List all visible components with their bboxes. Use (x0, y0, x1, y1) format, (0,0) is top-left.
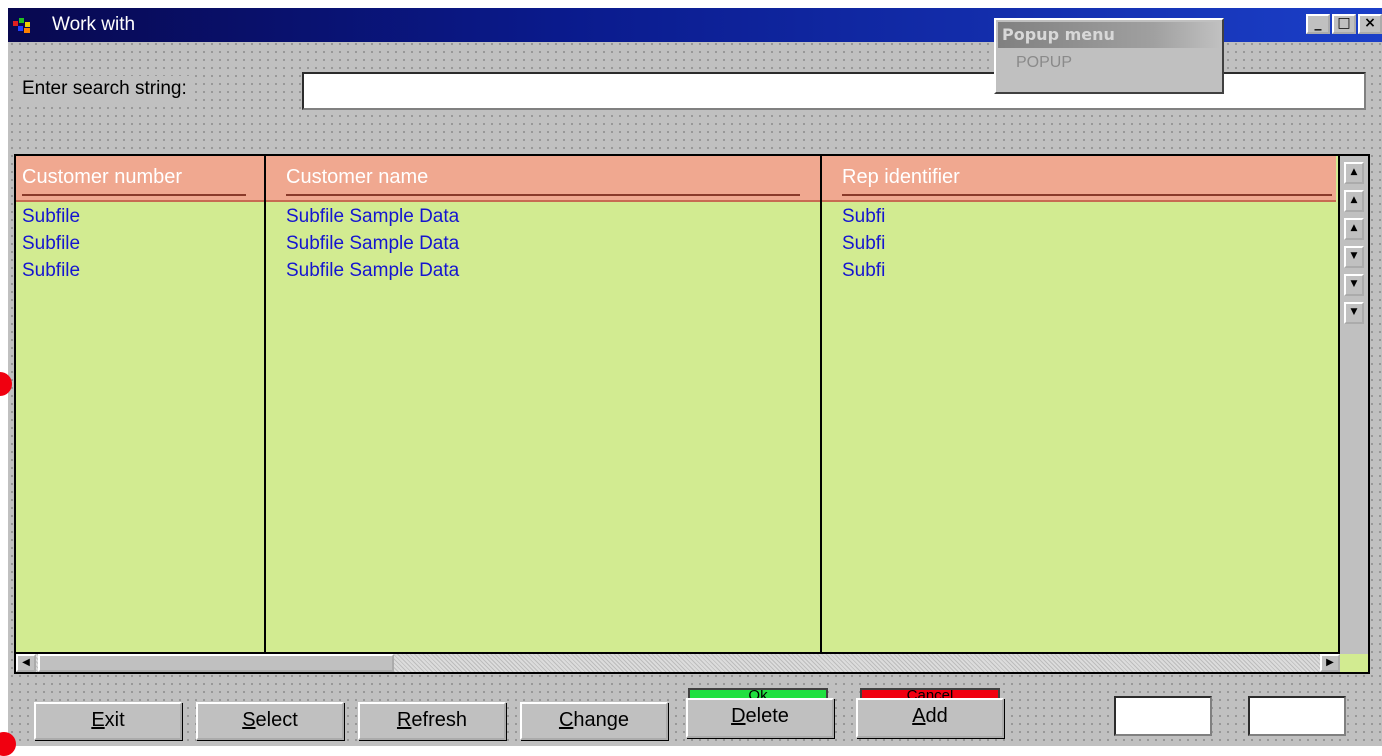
scroll-bottom-icon[interactable]: ▼ (1344, 302, 1364, 324)
table-cell[interactable]: Subfile Sample Data (286, 206, 459, 228)
delete-button[interactable]: Delete (686, 698, 834, 738)
horizontal-scrollbar[interactable]: ◀ ▶ (16, 652, 1340, 672)
column-header-label: Rep identifier (842, 166, 960, 188)
column-header-label: Customer name (286, 166, 429, 188)
change-button[interactable]: Change (520, 702, 668, 740)
search-label: Enter search string: (18, 76, 191, 102)
window-title: Work with (52, 14, 136, 35)
input-field-2[interactable] (1248, 696, 1346, 736)
table-cell[interactable]: Subfile (22, 233, 80, 255)
column-customer-name: Customer name Subfile Sample Data Subfil… (266, 156, 822, 654)
input-field-1[interactable] (1114, 696, 1212, 736)
column-header-customer-name[interactable]: Customer name (266, 156, 820, 202)
table-cell[interactable]: Subfi (842, 206, 885, 228)
scroll-right-icon[interactable]: ▶ (1320, 654, 1340, 672)
window-controls: _ □ × (1306, 14, 1382, 34)
vertical-scrollbar[interactable]: ▲ ▲ ▲ ▼ ▼ ▼ (1338, 156, 1368, 654)
popup-menu-title: Popup menu (998, 22, 1220, 48)
horizontal-scroll-thumb[interactable] (38, 654, 394, 672)
table-cell[interactable]: Subfile (22, 206, 80, 228)
table-cell[interactable]: Subfile Sample Data (286, 260, 459, 282)
table-cell[interactable]: Subfi (842, 260, 885, 282)
popup-menu: Popup menu POPUP (994, 18, 1224, 94)
scroll-top-icon[interactable]: ▲ (1344, 162, 1364, 184)
scroll-left-icon[interactable]: ◀ (16, 654, 36, 672)
table-cell[interactable]: Subfile (22, 260, 80, 282)
scroll-up-icon[interactable]: ▲ (1344, 218, 1364, 240)
table-cell[interactable]: Subfi (842, 233, 885, 255)
main-window: Work with _ □ × Enter search string: Pop… (8, 8, 1382, 746)
popup-menu-item[interactable]: POPUP (1016, 54, 1072, 72)
maximize-icon[interactable]: □ (1332, 14, 1356, 34)
header-underline (842, 194, 1332, 196)
add-button[interactable]: Add (856, 698, 1004, 738)
refresh-button[interactable]: Refresh (358, 702, 506, 740)
scroll-down-icon[interactable]: ▼ (1344, 246, 1364, 268)
minimize-icon[interactable]: _ (1306, 14, 1330, 34)
column-header-customer-number[interactable]: Customer number (16, 156, 264, 202)
scroll-page-up-icon[interactable]: ▲ (1344, 190, 1364, 212)
table-cell[interactable]: Subfile Sample Data (286, 233, 459, 255)
column-header-label: Customer number (22, 166, 183, 188)
close-icon[interactable]: × (1358, 14, 1382, 34)
scroll-page-down-icon[interactable]: ▼ (1344, 274, 1364, 296)
column-customer-number: Customer number Subfile Subfile Subfile (16, 156, 266, 654)
select-button[interactable]: Select (196, 702, 344, 740)
subfile-grid: Customer number Subfile Subfile Subfile … (14, 154, 1370, 674)
header-underline (286, 194, 800, 196)
column-rep-identifier: Rep identifier Subfi Subfi Subfi (822, 156, 1336, 654)
exit-button[interactable]: Exit (34, 702, 182, 740)
app-icon (13, 18, 30, 33)
header-underline (22, 194, 246, 196)
column-header-rep-identifier[interactable]: Rep identifier (822, 156, 1336, 202)
